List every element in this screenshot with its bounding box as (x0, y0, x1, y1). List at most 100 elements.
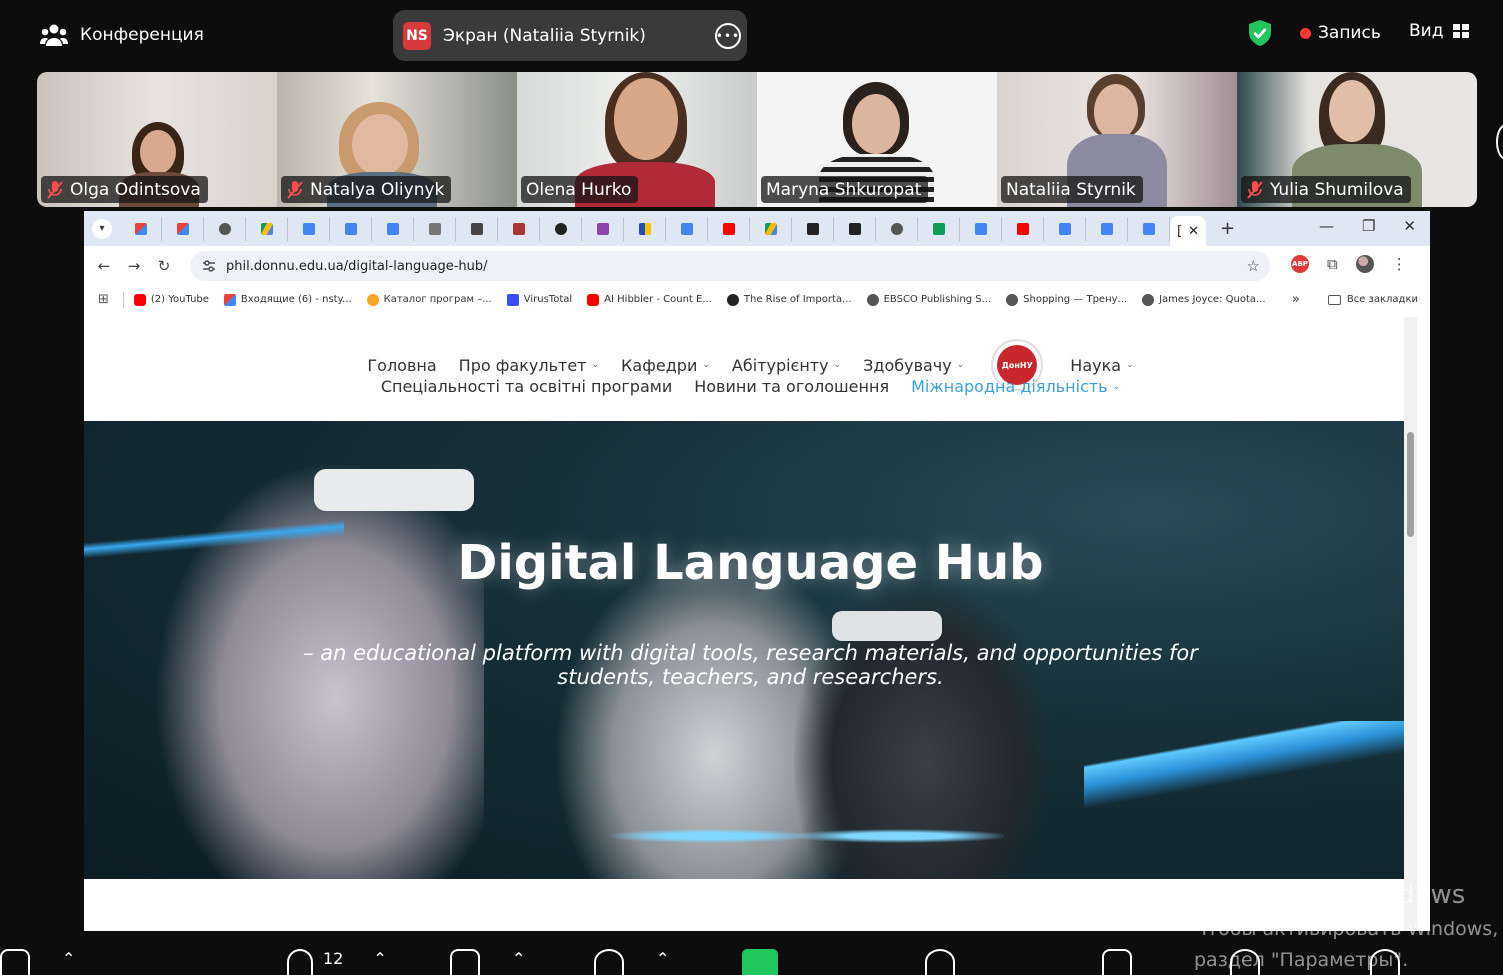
bookmark-item[interactable]: Входящие (6) - nsty... (223, 293, 352, 306)
participants-button[interactable]: 12 ⌃ (287, 949, 387, 975)
view-label: Вид (1409, 21, 1444, 41)
apps-button[interactable] (1102, 949, 1132, 975)
nav-news[interactable]: Новини та оголошення (694, 377, 889, 396)
bookmark-item[interactable]: VirusTotal (506, 293, 572, 306)
site-icon (554, 222, 567, 235)
browser-tab[interactable] (1002, 216, 1044, 241)
back-arrow-icon[interactable]: ← (89, 257, 119, 275)
nav-international[interactable]: Міжнародна діяльність ⌄ (911, 377, 1120, 396)
minimize-icon[interactable]: — (1319, 217, 1334, 235)
participant-tile[interactable]: Natalya Oliynyk (277, 72, 517, 207)
participant-tile-active-speaker[interactable]: Olena Hurko (517, 72, 757, 207)
browser-tab[interactable] (204, 216, 246, 241)
info-button[interactable] (925, 949, 955, 975)
bookmark-item[interactable]: Shopping — Трену... (1006, 293, 1128, 306)
bookmark-label: Shopping — Трену... (1023, 294, 1128, 305)
browser-tab[interactable] (582, 216, 624, 241)
whiteboard-button[interactable] (1230, 949, 1260, 975)
chevron-down-icon: ⌄ (1126, 360, 1134, 370)
browser-tab[interactable] (498, 216, 540, 241)
nav-departments[interactable]: Кафедри ⌄ (621, 356, 710, 375)
extensions-puzzle-icon[interactable]: ⧉ (1327, 255, 1338, 273)
site-settings-icon[interactable] (202, 259, 216, 273)
chevron-up-icon[interactable]: ⌃ (512, 949, 525, 968)
apps-grid-icon[interactable]: ⊞ (98, 292, 109, 307)
window-controls: — ❐ ✕ (1319, 217, 1416, 235)
nav-applicants[interactable]: Абітурієнту ⌄ (732, 356, 841, 375)
participant-tile[interactable]: Maryna Shkuropat (757, 72, 997, 207)
participant-tile[interactable]: Yulia Shumilova (1237, 72, 1477, 207)
browser-tab[interactable] (1128, 216, 1170, 241)
profile-avatar[interactable] (1355, 255, 1374, 273)
video-button[interactable]: ⌃ (0, 949, 75, 975)
share-screen-button[interactable] (742, 949, 778, 975)
bookmark-item[interactable]: The Rise of Importa... (726, 293, 852, 306)
nav-specialties[interactable]: Спеціальності та освітні програми (381, 377, 672, 396)
screen-share-indicator[interactable]: NS Экран (Nataliia Styrnik) ••• (393, 10, 747, 61)
restore-icon[interactable]: ❐ (1362, 217, 1375, 235)
browser-tab[interactable] (414, 216, 456, 241)
view-button[interactable]: Вид (1409, 21, 1470, 41)
browser-tab[interactable] (120, 216, 162, 241)
nav-home[interactable]: Головна (367, 356, 436, 375)
bookmark-item[interactable]: EBSCO Publishing S... (866, 293, 991, 306)
bookmark-item[interactable]: AI Hibbler - Count E... (587, 293, 712, 306)
browser-tab[interactable] (918, 216, 960, 241)
participant-tile[interactable]: Olga Odintsova (37, 72, 277, 207)
browser-tab[interactable] (666, 216, 708, 241)
browser-tab[interactable] (1044, 216, 1086, 241)
browser-tab[interactable] (834, 216, 876, 241)
chevron-up-icon[interactable]: ⌃ (373, 949, 386, 968)
bookmark-item[interactable]: Каталог програм –... (366, 293, 492, 306)
browser-tab[interactable] (540, 216, 582, 241)
close-tab-icon[interactable]: ✕ (1188, 224, 1199, 239)
nav-about-faculty[interactable]: Про факультет ⌄ (459, 356, 599, 375)
browser-tab[interactable] (162, 216, 204, 241)
participant-tile[interactable]: Nataliia Styrnik (997, 72, 1237, 207)
bookmark-item[interactable]: (2) YouTube (133, 293, 209, 306)
close-window-icon[interactable]: ✕ (1403, 217, 1416, 235)
reactions-button[interactable]: ⌃ (594, 949, 669, 975)
all-bookmarks-button[interactable]: Все закладки (1327, 292, 1418, 307)
browser-tab[interactable] (792, 216, 834, 241)
new-tab-icon[interactable]: + (1220, 218, 1235, 239)
active-browser-tab[interactable]: [ ✕ (1170, 216, 1206, 246)
browser-tab[interactable] (876, 216, 918, 241)
nav-science[interactable]: Наука ⌄ (1070, 356, 1133, 375)
strip-scroll-right-button[interactable] (1496, 124, 1503, 160)
page-scrollbar[interactable] (1404, 317, 1417, 931)
conference-button[interactable]: Конференция (40, 22, 204, 48)
browser-tab[interactable] (750, 216, 792, 241)
browser-tab[interactable] (456, 216, 498, 241)
address-bar[interactable]: phil.donnu.edu.ua/digital-language-hub/ … (190, 251, 1270, 281)
security-shield-icon[interactable] (1246, 19, 1274, 47)
more-button[interactable] (1370, 949, 1400, 975)
browser-tab[interactable] (960, 216, 1002, 241)
reload-icon[interactable]: ↻ (149, 257, 179, 275)
forward-arrow-icon[interactable]: → (119, 257, 149, 275)
adblock-plus-icon[interactable]: ABP (1291, 255, 1309, 273)
browser-tab[interactable] (288, 216, 330, 241)
more-bookmarks-button[interactable]: » (1292, 292, 1300, 307)
nav-students[interactable]: Здобувачу ⌄ (863, 356, 964, 375)
browser-tab[interactable] (372, 216, 414, 241)
browser-tab[interactable] (1086, 216, 1128, 241)
record-button[interactable]: Запись (1300, 23, 1381, 43)
browser-menu-icon[interactable]: ⋮ (1392, 255, 1407, 273)
bookmark-item[interactable]: James Joyce: Quota... (1142, 293, 1266, 306)
chevron-up-icon[interactable]: ⌃ (62, 949, 75, 968)
browser-tab[interactable] (330, 216, 372, 241)
grid-view-icon (1453, 24, 1470, 38)
bookmark-star-icon[interactable]: ☆ (1247, 257, 1260, 275)
browser-tab[interactable] (246, 216, 288, 241)
chat-button[interactable]: ⌃ (450, 949, 525, 975)
more-options-icon[interactable]: ••• (715, 23, 741, 49)
browser-tab[interactable] (624, 216, 666, 241)
tab-search-icon[interactable]: ▾ (92, 218, 112, 239)
browser-toolbar: ← → ↻ phil.donnu.edu.ua/digital-language… (84, 246, 1430, 286)
scrollbar-thumb[interactable] (1407, 432, 1414, 537)
conference-label: Конференция (80, 25, 204, 45)
chevron-up-icon[interactable]: ⌃ (656, 949, 669, 968)
browser-tab[interactable] (708, 216, 750, 241)
bookmark-label: The Rise of Importa... (743, 294, 852, 305)
